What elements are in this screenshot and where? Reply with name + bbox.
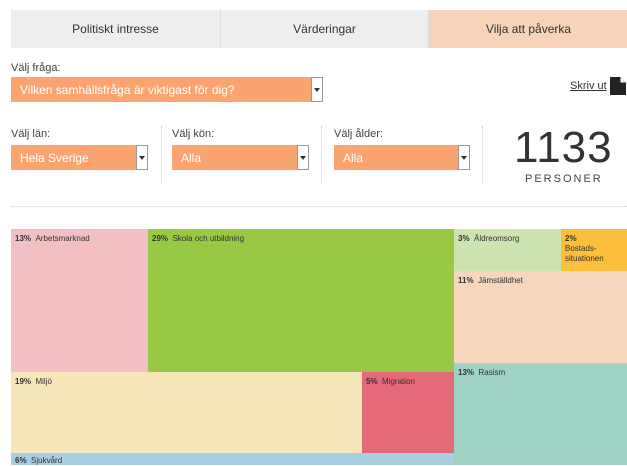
cell-percent: 13% [458, 368, 475, 377]
tab-varderingar[interactable]: Värderingar [220, 10, 428, 48]
cell-percent: 3% [458, 234, 470, 243]
chevron-down-icon [297, 145, 309, 170]
cell-percent: 13% [15, 234, 32, 243]
treemap-cell-skola-och-utbildning[interactable]: 29% Skola och utbildning [148, 229, 454, 372]
county-label: Välj län: [11, 128, 51, 140]
question-label: Välj fråga: [11, 62, 61, 74]
cell-label: Sjukvård [31, 456, 63, 465]
age-select-value: Alla [343, 150, 364, 165]
gender-select[interactable]: Alla [172, 145, 309, 170]
cell-label: Miljö [35, 377, 52, 386]
treemap-cell-jamstalldhet[interactable]: 11% Jämställdhet [454, 271, 627, 363]
cell-percent: 29% [152, 234, 169, 243]
treemap-cell-miljo[interactable]: 19% Miljö [11, 372, 362, 453]
county-select[interactable]: Hela Sverige [11, 145, 148, 170]
treemap-cell-bostadssituationen[interactable]: 2% Bostads-situationen [561, 229, 627, 271]
print-link[interactable]: Skriv ut [570, 80, 607, 92]
treemap-cell-rasism[interactable]: 13% Rasism [454, 363, 627, 465]
treemap-cell-aldreomsorg[interactable]: 3% Äldreomsorg [454, 229, 561, 271]
cell-percent: 11% [458, 276, 474, 285]
cell-label: Bostads-situationen [565, 244, 604, 263]
cell-percent: 5% [366, 377, 378, 386]
filter-divider [161, 126, 162, 184]
section-divider [11, 206, 627, 207]
cell-percent: 6% [15, 456, 27, 465]
age-select[interactable]: Alla [334, 145, 470, 170]
respondent-count: 1133 [514, 123, 613, 172]
gender-select-value: Alla [181, 150, 202, 165]
cell-percent: 19% [15, 377, 32, 386]
treemap-cell-migration[interactable]: 5% Migration [362, 372, 454, 453]
chevron-down-icon [136, 145, 148, 170]
cell-label: Migration [382, 377, 415, 386]
cell-percent: 2% [565, 234, 577, 243]
respondent-unit: PERSONER [525, 173, 603, 185]
age-label: Välj ålder: [334, 128, 383, 140]
question-select[interactable]: Vilken samhällsfråga är viktigast för di… [11, 77, 323, 102]
cell-label: Arbetsmarknad [35, 234, 90, 243]
county-select-value: Hela Sverige [20, 150, 89, 165]
cell-label: Jämställdhet [478, 276, 523, 285]
filter-divider [482, 126, 483, 184]
tab-vilja-att-paverka[interactable]: Vilja att påverka [428, 10, 627, 48]
chevron-down-icon [311, 77, 323, 102]
cell-label: Rasism [478, 368, 506, 377]
tab-bar: Politiskt intresse Värderingar Vilja att… [11, 10, 627, 48]
question-select-value: Vilken samhällsfråga är viktigast för di… [20, 82, 235, 97]
chevron-down-icon [458, 145, 470, 170]
cell-label: Äldreomsorg [474, 234, 520, 243]
tab-politiskt-intresse[interactable]: Politiskt intresse [11, 10, 220, 48]
treemap-cell-arbetsmarknad[interactable]: 13% Arbetsmarknad [11, 229, 148, 372]
treemap-cell-sjukvard[interactable]: 6% Sjukvård [11, 453, 454, 465]
cell-label: Skola och utbildning [172, 234, 245, 243]
filter-divider [321, 126, 322, 184]
gender-label: Välj kön: [172, 128, 215, 140]
document-icon[interactable] [609, 76, 627, 96]
